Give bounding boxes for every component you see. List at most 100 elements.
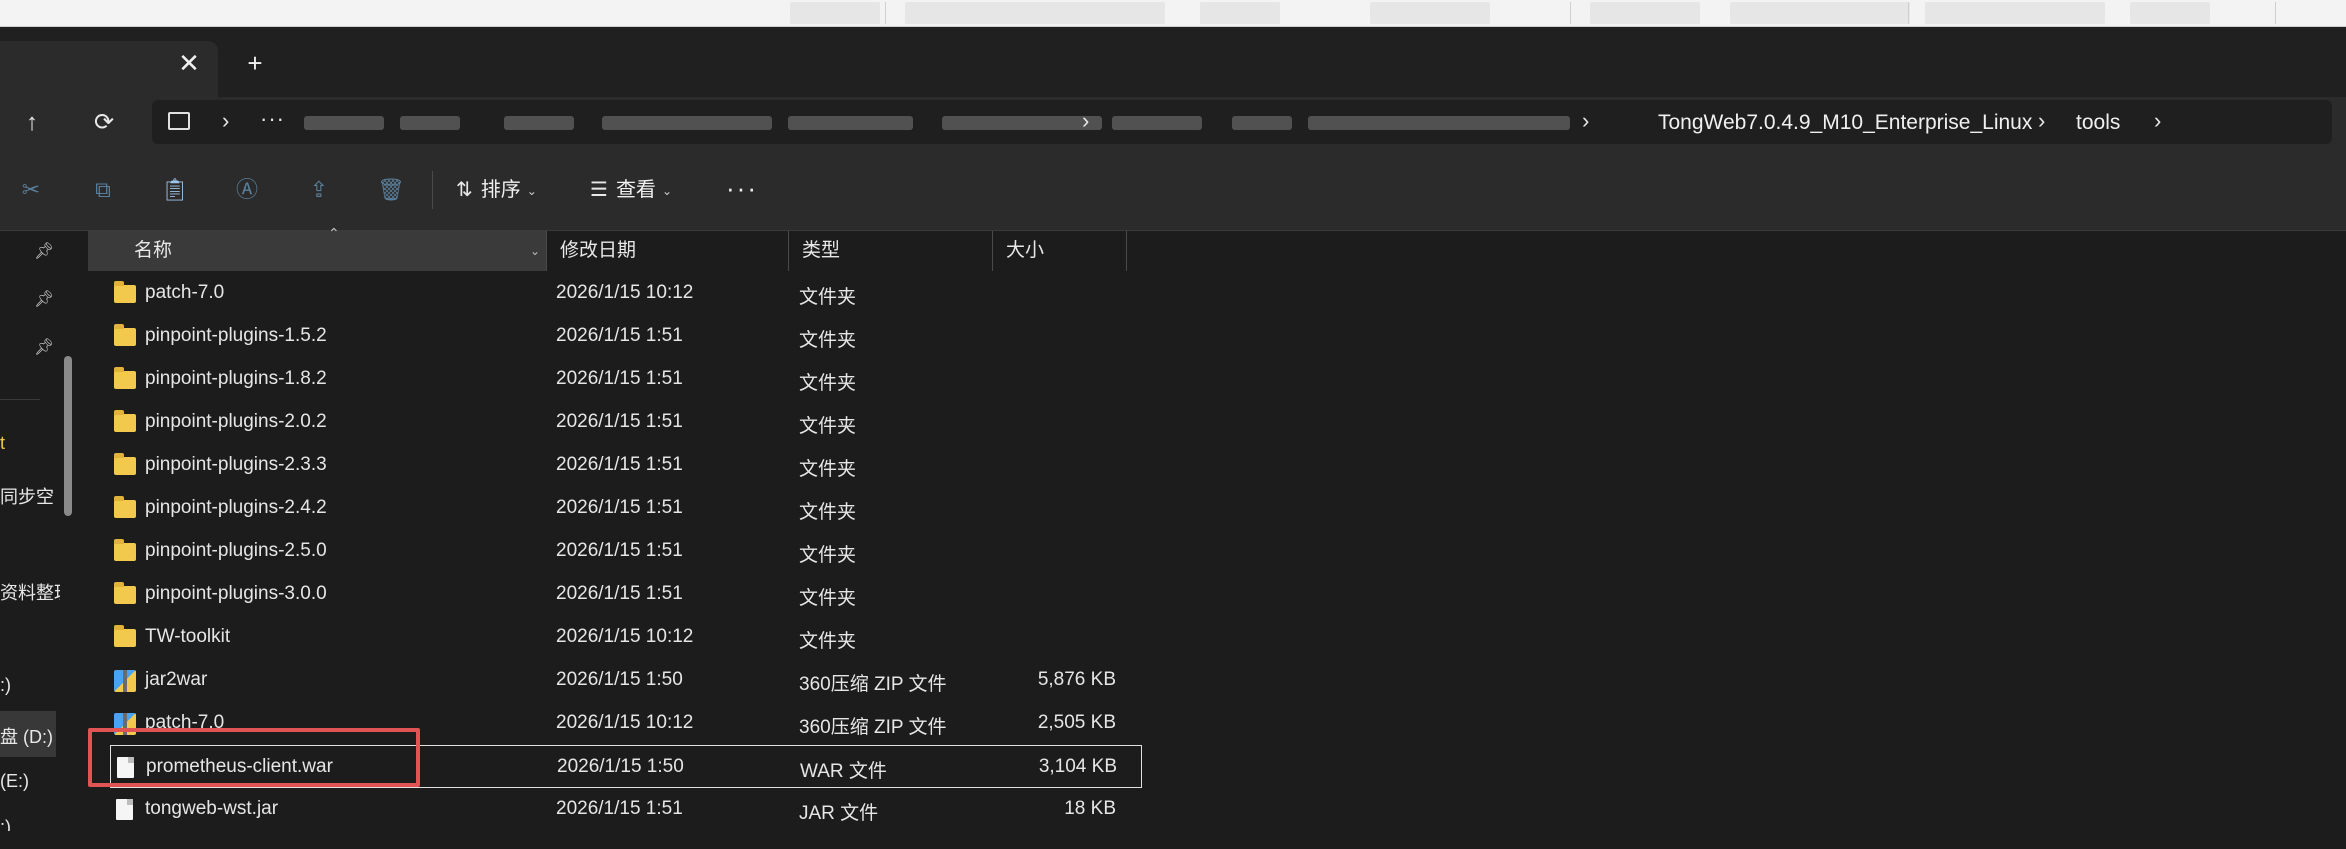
copy-icon[interactable]: ⧉ [88, 175, 118, 205]
file-row[interactable]: tongweb-wst.jar 2026/1/15 1:51 JAR 文件 18 KB [88, 788, 1128, 831]
redacted-crumb [1232, 116, 1292, 130]
nav-item-drive-d[interactable]: 盘 (D:) [0, 723, 53, 749]
pin-icon[interactable]: 📌︎ [34, 241, 54, 261]
folder-icon [114, 496, 136, 518]
redacted-crumb [504, 116, 574, 130]
file-size: 5,876 KB [1037, 669, 1116, 690]
file-type: 文件夹 [799, 330, 857, 351]
column-header-type[interactable]: 类型 [788, 231, 992, 271]
breadcrumb-tongweb[interactable]: TongWeb7.0.4.9_M10_Enterprise_Linux [1658, 111, 2032, 135]
file-row[interactable]: patch-7.0 2026/1/15 10:12 文件夹 [88, 272, 1128, 315]
tab-bar: ✕ + [0, 27, 2346, 97]
chevron-right-icon[interactable]: › [2038, 108, 2045, 134]
column-header-size[interactable]: 大小 [992, 231, 1126, 271]
folder-icon [114, 324, 136, 346]
file-name: pinpoint-plugins-2.0.2 [145, 411, 327, 432]
file-name: pinpoint-plugins-3.0.0 [145, 583, 327, 604]
column-filter-icon[interactable]: ⌄ [524, 231, 546, 271]
file-date: 2026/1/15 1:51 [556, 798, 683, 819]
file-name: pinpoint-plugins-2.3.3 [145, 454, 327, 475]
file-row[interactable]: pinpoint-plugins-2.5.0 2026/1/15 1:51 文件夹 [88, 530, 1128, 573]
file-row[interactable]: pinpoint-plugins-2.0.2 2026/1/15 1:51 文件夹 [88, 401, 1128, 444]
chevron-right-icon[interactable]: › [1082, 108, 1089, 134]
nav-item[interactable]: 同步空 [0, 483, 54, 509]
file-row[interactable]: pinpoint-plugins-1.8.2 2026/1/15 1:51 文件夹 [88, 358, 1128, 401]
folder-icon [114, 582, 136, 604]
file-type: 文件夹 [799, 459, 857, 480]
file-row[interactable]: jar2war 2026/1/15 1:50 360压缩 ZIP 文件 5,876 K… [88, 659, 1128, 702]
column-header-row: 名称 ⌃ ⌄ 修改日期 类型 大小 [88, 225, 2346, 271]
file-name: pinpoint-plugins-1.5.2 [145, 325, 327, 346]
folder-icon [114, 410, 136, 432]
rename-icon[interactable]: Ⓐ [232, 175, 262, 205]
up-arrow-icon[interactable]: ↑ [14, 105, 50, 141]
chevron-right-icon[interactable]: › [222, 108, 229, 134]
nav-scrollbar[interactable] [64, 356, 72, 516]
nav-item[interactable]: :) [0, 817, 11, 831]
file-row[interactable]: pinpoint-plugins-2.3.3 2026/1/15 1:51 文件夹 [88, 444, 1128, 487]
view-menu-button[interactable]: ☰ 查看 ⌄ [590, 173, 672, 207]
file-type: 文件夹 [799, 416, 857, 437]
folder-icon [114, 367, 136, 389]
file-date: 2026/1/15 1:50 [557, 756, 684, 777]
more-crumbs-button[interactable]: ··· [260, 106, 285, 132]
refresh-icon[interactable]: ⟳ [86, 105, 122, 141]
address-row: ↑ ⟳ › ··· › › TongWeb7.0.4.9_M10_Enterpr… [0, 97, 2346, 149]
this-pc-icon [168, 112, 190, 130]
nav-item[interactable]: t [0, 433, 5, 454]
redacted-crumb [304, 116, 384, 130]
file-row[interactable]: TW-toolkit 2026/1/15 10:12 文件夹 [88, 616, 1128, 659]
file-type: 文件夹 [799, 502, 857, 523]
more-options-button[interactable]: ··· [726, 173, 758, 204]
view-icon: ☰ [590, 179, 608, 201]
close-tab-icon[interactable]: ✕ [174, 48, 204, 78]
breadcrumb-tools[interactable]: tools [2076, 111, 2120, 135]
chevron-right-icon[interactable]: › [2154, 108, 2161, 134]
new-tab-icon[interactable]: + [240, 48, 270, 78]
nav-item-drive-e[interactable]: (E:) [0, 771, 29, 792]
redacted-crumb [942, 116, 1102, 130]
column-header-name[interactable]: 名称 [88, 231, 546, 271]
chevron-down-icon: ⌄ [526, 183, 537, 198]
command-bar: ✂ ⧉ 📋︎ Ⓐ ⇪ 🗑︎ ⇅ 排序 ⌄ ☰ 查看 ⌄ ··· [0, 149, 2346, 231]
file-type: 文件夹 [799, 373, 857, 394]
redacted-crumb [602, 116, 772, 130]
background-ribbon [0, 0, 2346, 27]
file-date: 2026/1/15 1:51 [556, 411, 683, 432]
file-type: 文件夹 [799, 588, 857, 609]
file-list: 名称 ⌃ ⌄ 修改日期 类型 大小 patch-7.0 2026/1/15 10:… [88, 225, 2346, 831]
view-label: 查看 [615, 179, 656, 201]
paste-icon[interactable]: 📋︎ [160, 175, 190, 205]
nav-item[interactable]: :) [0, 675, 11, 696]
file-date: 2026/1/15 1:51 [556, 325, 683, 346]
file-row[interactable]: pinpoint-plugins-3.0.0 2026/1/15 1:51 文件夹 [88, 573, 1128, 616]
nav-divider [0, 399, 40, 400]
sort-label: 排序 [480, 179, 521, 201]
sort-ascending-icon: ⌃ [328, 225, 340, 241]
column-header-date[interactable]: 修改日期 [546, 231, 788, 271]
share-icon[interactable]: ⇪ [304, 175, 334, 205]
address-bar[interactable]: › ··· › › TongWeb7.0.4.9_M10_Enterprise_… [152, 100, 2332, 144]
delete-icon[interactable]: 🗑︎ [376, 175, 406, 205]
folder-icon [114, 539, 136, 561]
sort-icon: ⇅ [456, 179, 473, 201]
file-type: JAR 文件 [799, 803, 879, 824]
file-row[interactable]: pinpoint-plugins-1.5.2 2026/1/15 1:51 文件夹 [88, 315, 1128, 358]
pin-icon[interactable]: 📌︎ [34, 289, 54, 309]
nav-item[interactable]: 资料整理 [0, 579, 60, 605]
file-name: TW-toolkit [145, 626, 231, 647]
chevron-right-icon[interactable]: › [1582, 108, 1589, 134]
file-row[interactable]: pinpoint-plugins-2.4.2 2026/1/15 1:51 文件夹 [88, 487, 1128, 530]
file-name: pinpoint-plugins-1.8.2 [145, 368, 327, 389]
redacted-crumb [400, 116, 460, 130]
column-divider[interactable] [1126, 231, 1127, 271]
folder-icon [114, 281, 136, 303]
zip-archive-icon [114, 670, 136, 692]
file-type: 360压缩 ZIP 文件 [799, 717, 947, 738]
navigation-pane: 📌︎ 📌︎ 📌︎ t 同步空 资料整理 :) 盘 (D:) (E:) :) [0, 231, 60, 831]
cut-icon[interactable]: ✂ [16, 175, 46, 205]
sort-menu-button[interactable]: ⇅ 排序 ⌄ [456, 173, 537, 207]
redacted-crumb [788, 116, 913, 130]
pin-icon[interactable]: 📌︎ [34, 337, 54, 357]
toolbar-divider [432, 171, 433, 209]
